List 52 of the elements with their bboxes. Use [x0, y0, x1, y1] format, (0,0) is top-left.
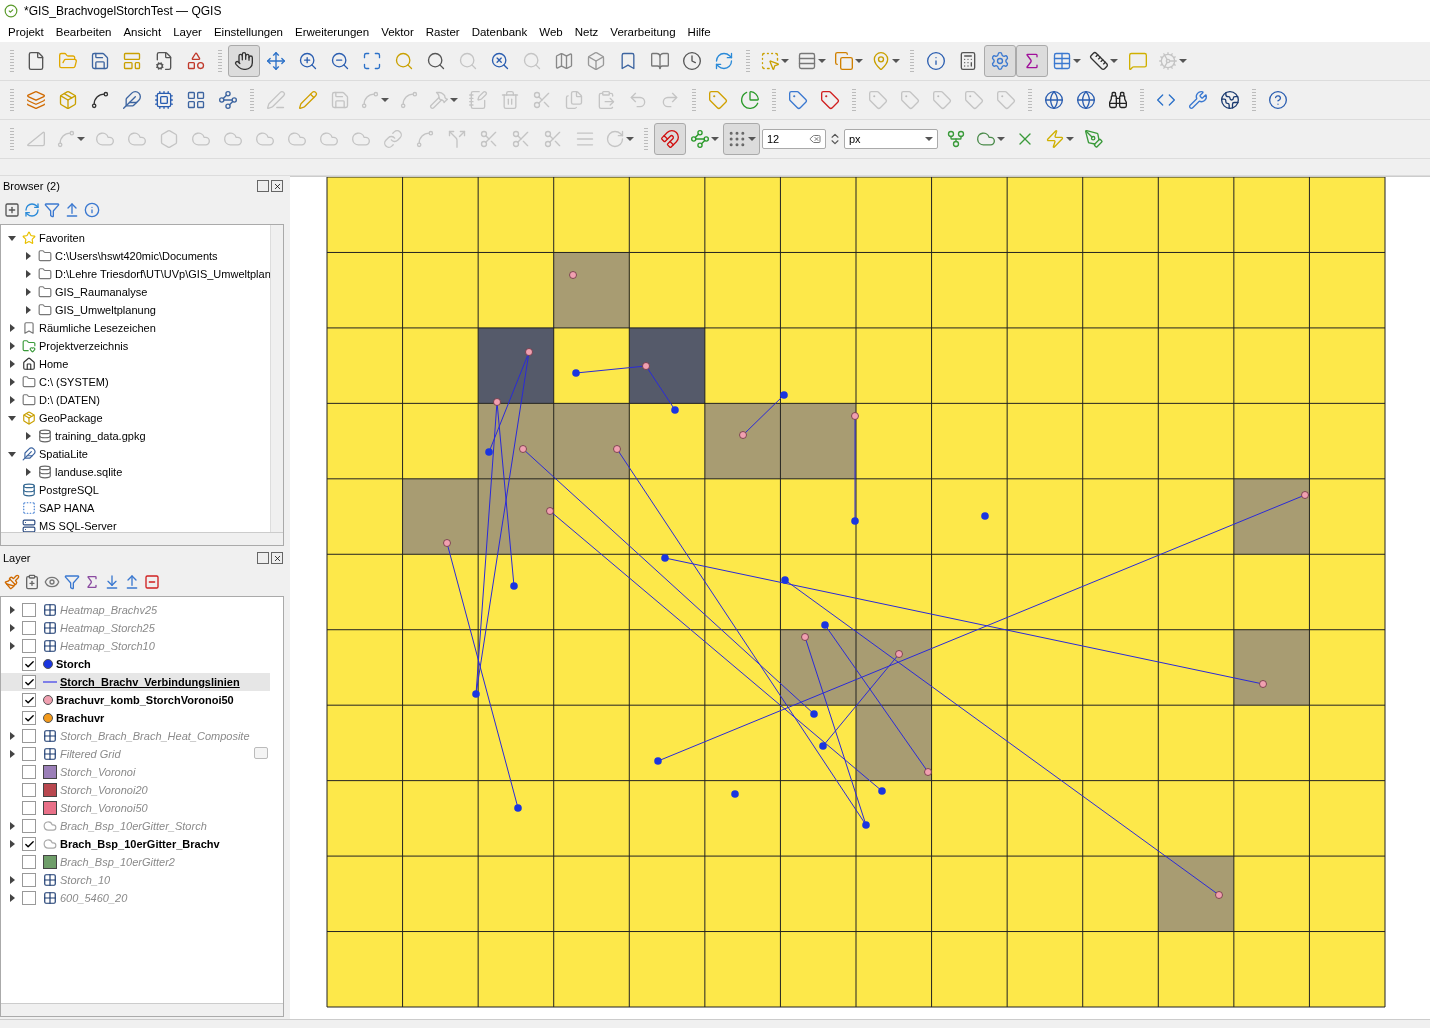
menu-item[interactable]: Einstellungen	[207, 26, 289, 38]
browser-item[interactable]: D:\ (DATEN)	[1, 391, 270, 409]
browser-item[interactable]: GIS_Raumanalyse	[1, 283, 270, 301]
legend-entry[interactable]: Brachuvr	[1, 709, 270, 727]
legend-entry[interactable]: Storch_Voronoi	[1, 763, 270, 781]
browser-item[interactable]: PostgreSQL	[1, 481, 270, 499]
menu-item[interactable]: Bearbeiten	[49, 26, 118, 38]
tolerance-field[interactable]: 12	[762, 129, 826, 149]
legend-entry[interactable]: Brach_Bsp_10erGitter_Brachv	[1, 835, 270, 853]
legend-entry[interactable]: Storch	[1, 655, 270, 673]
panel-title: Browser (2)	[3, 180, 60, 192]
legend-entry[interactable]: Storch_Voronoi20	[1, 781, 270, 799]
browser-item[interactable]: SpatiaLite	[1, 445, 270, 463]
menu-item[interactable]: Erweiterungen	[289, 26, 376, 38]
legend-entry[interactable]: Filtered Grid	[1, 745, 270, 763]
menu-item[interactable]: Ansicht	[117, 26, 168, 38]
menu-item[interactable]: Layer	[167, 26, 208, 38]
legend-entry[interactable]: Storch_10	[1, 871, 270, 889]
legend-entry[interactable]: Heatmap_Brachv25	[1, 601, 270, 619]
browser-item[interactable]: D:\Lehre Triesdorf\UT\UVp\GIS_Umweltplan	[1, 265, 270, 283]
panel-title: Layer	[3, 552, 31, 564]
browser-item[interactable]: landuse.sqlite	[1, 463, 270, 481]
browser-item[interactable]: MS SQL-Server	[1, 517, 270, 535]
legend-entry[interactable]: Brachuvr_komb_StorchVoronoi50	[1, 691, 270, 709]
unit-dropdown[interactable]: px	[844, 129, 938, 149]
menu-item[interactable]: Web	[533, 26, 569, 38]
browser-item[interactable]: Räumliche Lesezeichen	[1, 319, 270, 337]
menu-item[interactable]: Verarbeitung	[604, 26, 682, 38]
window-title: *GIS_BrachvogelStorchTest — QGIS	[24, 4, 222, 18]
legend-entry[interactable]: Storch_Brachv_Verbindungslinien	[1, 673, 270, 691]
browser-item[interactable]: GIS_Umweltplanung	[1, 301, 270, 319]
legend-entry[interactable]: Brach_Bsp_10erGitter2	[1, 853, 270, 871]
menu-item[interactable]: Raster	[419, 26, 466, 38]
legend-entry[interactable]: Heatmap_Storch25	[1, 619, 270, 637]
browser-item[interactable]: Projektverzeichnis	[1, 337, 270, 355]
browser-item[interactable]: Favoriten	[1, 229, 270, 247]
menu-item[interactable]: Projekt	[2, 26, 50, 38]
browser-item[interactable]: Home	[1, 355, 270, 373]
browser-item[interactable]: training_data.gpkg	[1, 427, 270, 445]
browser-item[interactable]: C:\Users\hswt420mic\Documents	[1, 247, 270, 265]
browser-item[interactable]: GeoPackage	[1, 409, 270, 427]
menu-item[interactable]: Vektor	[375, 26, 420, 38]
legend-entry[interactable]: Brach_Bsp_10erGitter_Storch	[1, 817, 270, 835]
menu-item[interactable]: Netz	[568, 26, 605, 38]
legend-entry[interactable]: Heatmap_Storch10	[1, 637, 270, 655]
menu-item[interactable]: Datenbank	[465, 26, 534, 38]
browser-item[interactable]: C:\ (SYSTEM)	[1, 373, 270, 391]
legend-entry[interactable]: Storch_Voronoi50	[1, 799, 270, 817]
menu-item[interactable]: Hilfe	[681, 26, 717, 38]
legend-entry[interactable]: Storch_Brach_Brach_Heat_Composite	[1, 727, 270, 745]
legend-entry[interactable]: 600_5460_20	[1, 889, 270, 907]
browser-item[interactable]: SAP HANA	[1, 499, 270, 517]
